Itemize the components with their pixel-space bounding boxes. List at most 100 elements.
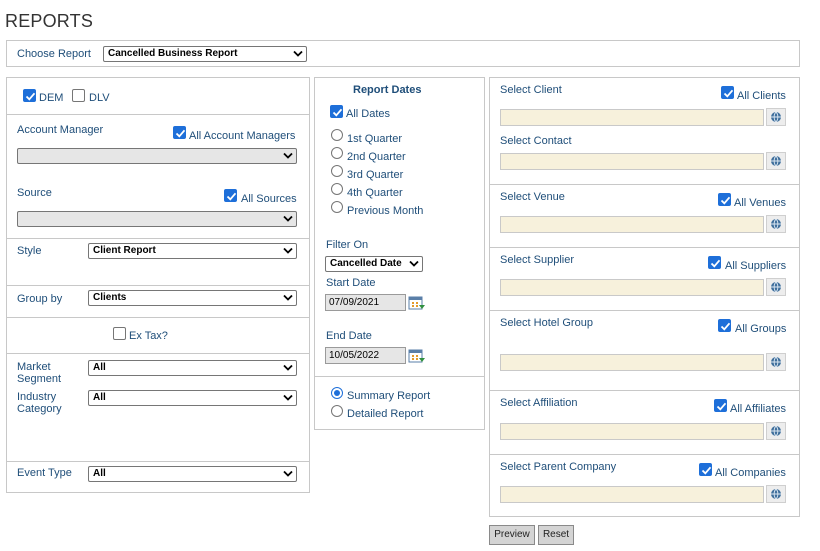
ex-tax-checkbox[interactable]	[113, 327, 126, 340]
chevron-down-icon	[283, 152, 293, 160]
group-by-value: Clients	[93, 292, 127, 303]
market-segment-value: All	[93, 362, 106, 373]
contact-input[interactable]	[500, 153, 764, 170]
industry-category-select[interactable]: All	[88, 390, 297, 406]
chevron-down-icon	[283, 247, 293, 255]
check-icon	[720, 195, 731, 206]
check-icon	[723, 88, 734, 99]
divider	[7, 114, 309, 115]
all-venues-label: All Venues	[734, 197, 786, 209]
all-account-managers-label: All Account Managers	[189, 130, 296, 142]
end-date-label: End Date	[326, 330, 372, 342]
venue-lookup-button[interactable]	[766, 215, 786, 233]
divider	[315, 376, 484, 377]
affiliation-lookup-button[interactable]	[766, 422, 786, 440]
previous-month-label: Previous Month	[347, 205, 424, 217]
check-icon	[710, 258, 721, 269]
detailed-report-radio[interactable]	[331, 405, 343, 417]
check-icon	[720, 321, 731, 332]
client-lookup-button[interactable]	[766, 108, 786, 126]
quarter-4-radio[interactable]	[331, 183, 343, 195]
parent-company-lookup-button[interactable]	[766, 485, 786, 503]
filter-on-value: Cancelled Date	[330, 258, 402, 269]
chevron-down-icon	[283, 470, 293, 478]
all-companies-label: All Companies	[715, 467, 786, 479]
supplier-lookup-button[interactable]	[766, 278, 786, 296]
account-manager-select[interactable]	[17, 148, 297, 164]
all-dates-checkbox[interactable]	[330, 105, 343, 118]
start-date-input[interactable]: 07/09/2021	[325, 294, 406, 311]
detailed-report-label: Detailed Report	[347, 408, 424, 420]
supplier-input[interactable]	[500, 279, 764, 296]
divider	[7, 238, 309, 239]
globe-icon	[770, 111, 782, 123]
choose-report-bar: Choose Report Cancelled Business Report	[6, 40, 800, 67]
select-client-label: Select Client	[500, 84, 562, 96]
choose-report-select[interactable]: Cancelled Business Report	[103, 46, 307, 62]
quarter-1-label: 1st Quarter	[347, 133, 403, 145]
all-suppliers-label: All Suppliers	[725, 260, 787, 272]
selection-panel-right: Select Client All Clients Select Contact…	[489, 77, 800, 517]
quarter-3-radio[interactable]	[331, 165, 343, 177]
all-clients-label: All Clients	[737, 90, 786, 102]
event-type-select[interactable]: All	[88, 466, 297, 482]
start-date-label: Start Date	[326, 277, 376, 289]
filter-on-label: Filter On	[326, 239, 369, 251]
previous-month-radio[interactable]	[331, 201, 343, 213]
divider	[490, 454, 799, 455]
all-sources-checkbox[interactable]	[224, 189, 237, 202]
account-manager-label: Account Manager	[17, 124, 104, 136]
source-select[interactable]	[17, 211, 297, 227]
all-clients-checkbox[interactable]	[721, 86, 734, 99]
select-supplier-label: Select Supplier	[500, 254, 574, 266]
quarter-1-radio[interactable]	[331, 129, 343, 141]
dem-checkbox[interactable]	[23, 89, 36, 102]
globe-icon	[770, 281, 782, 293]
quarter-3-label: 3rd Quarter	[347, 169, 404, 181]
style-select[interactable]: Client Report	[88, 243, 297, 259]
market-segment-label-line2: Segment	[17, 373, 62, 385]
group-by-select[interactable]: Clients	[88, 290, 297, 306]
parent-company-input[interactable]	[500, 486, 764, 503]
affiliation-input[interactable]	[500, 423, 764, 440]
client-input[interactable]	[500, 109, 764, 126]
dlv-label: DLV	[89, 92, 110, 104]
divider	[7, 461, 309, 462]
filter-on-select[interactable]: Cancelled Date	[325, 256, 423, 272]
chevron-down-icon	[283, 394, 293, 402]
all-account-managers-checkbox[interactable]	[173, 126, 186, 139]
venue-input[interactable]	[500, 216, 764, 233]
industry-category-label-line2: Category	[17, 403, 62, 415]
market-segment-select[interactable]: All	[88, 360, 297, 376]
select-venue-label: Select Venue	[500, 191, 565, 203]
contact-lookup-button[interactable]	[766, 152, 786, 170]
filter-panel-left: DEM DLV Account Manager All Account Mana…	[6, 77, 310, 493]
check-icon	[332, 107, 343, 118]
hotel-group-input[interactable]	[500, 354, 764, 371]
hotel-group-lookup-button[interactable]	[766, 353, 786, 371]
dlv-checkbox[interactable]	[72, 89, 85, 102]
select-hotel-group-label: Select Hotel Group	[500, 317, 593, 329]
style-value: Client Report	[93, 245, 156, 256]
all-groups-label: All Groups	[735, 323, 787, 335]
all-venues-checkbox[interactable]	[718, 193, 731, 206]
all-suppliers-checkbox[interactable]	[708, 256, 721, 269]
divider	[490, 184, 799, 185]
end-date-input[interactable]: 10/05/2022	[325, 347, 406, 364]
reset-button[interactable]: Reset	[538, 525, 574, 545]
market-segment-label-line1: Market	[17, 361, 51, 373]
calendar-icon[interactable]	[408, 348, 426, 364]
all-groups-checkbox[interactable]	[718, 319, 731, 332]
all-affiliates-label: All Affiliates	[730, 403, 787, 415]
calendar-icon[interactable]	[408, 295, 426, 311]
style-label: Style	[17, 245, 42, 257]
quarter-2-radio[interactable]	[331, 147, 343, 159]
preview-button[interactable]: Preview	[489, 525, 535, 545]
all-companies-checkbox[interactable]	[699, 463, 712, 476]
event-type-value: All	[93, 468, 106, 479]
choose-report-label: Choose Report	[17, 48, 91, 60]
chevron-down-icon	[293, 50, 303, 58]
all-affiliates-checkbox[interactable]	[714, 399, 727, 412]
quarter-2-label: 2nd Quarter	[347, 151, 406, 163]
summary-report-radio[interactable]	[331, 387, 343, 399]
